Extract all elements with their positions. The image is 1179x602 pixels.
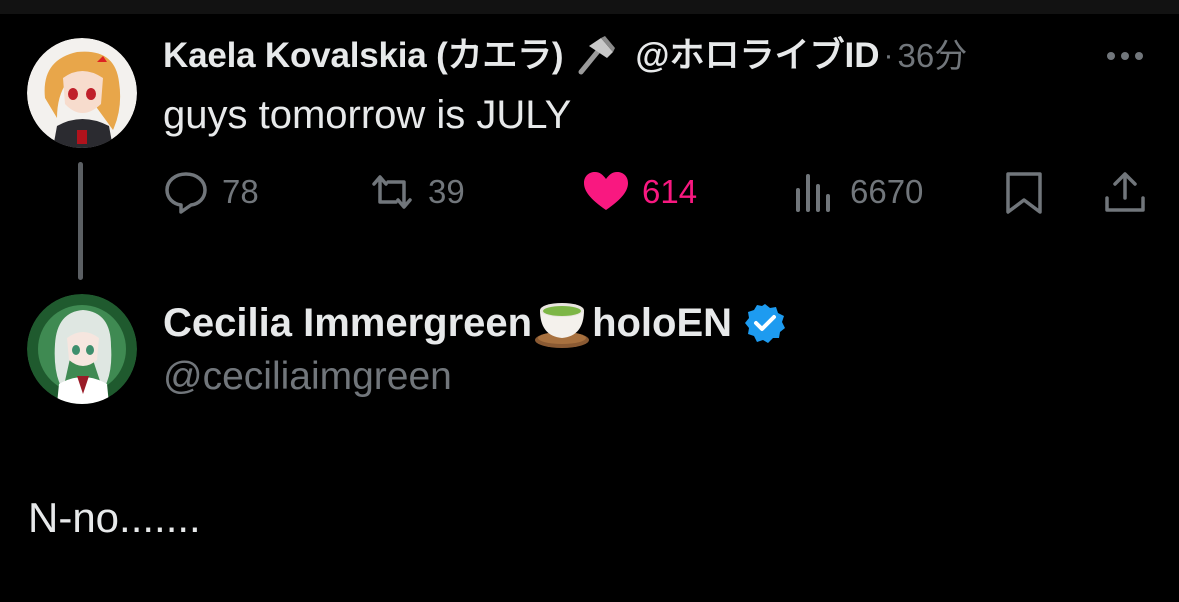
cecilia-avatar[interactable] <box>27 294 137 404</box>
reply-icon <box>162 168 210 216</box>
author-name[interactable]: Kaela Kovalskia (カエラ) <box>163 34 564 78</box>
tea-icon <box>534 296 590 350</box>
reply-text: N-no....... <box>28 494 201 541</box>
heart-icon <box>582 168 630 216</box>
retweet-icon <box>368 168 416 216</box>
tweet-time[interactable]: 36分 <box>898 34 968 78</box>
reply-button[interactable]: 78 <box>162 165 259 219</box>
reply-author-name-part1[interactable]: Cecilia Immergreen <box>163 301 532 346</box>
thread-connector-line <box>78 162 83 280</box>
more-options-icon[interactable] <box>1103 36 1147 76</box>
retweet-count: 39 <box>428 173 465 210</box>
bookmark-icon <box>1000 168 1048 216</box>
views-button[interactable]: 6670 <box>790 165 923 219</box>
verified-badge-icon <box>744 302 786 344</box>
retweet-button[interactable]: 39 <box>368 165 465 219</box>
reply-author-row[interactable]: Cecilia Immergreen holoEN <box>163 296 786 350</box>
hammer-icon <box>571 36 617 76</box>
reply-author-name-part2[interactable]: holoEN <box>592 301 732 346</box>
share-icon <box>1101 168 1149 216</box>
views-count: 6670 <box>850 173 924 210</box>
reply-count: 78 <box>222 173 259 210</box>
top-bar <box>0 0 1179 14</box>
tweet-header: Kaela Kovalskia (カエラ) @ホロライブID · 36分 <box>163 34 967 78</box>
like-count: 614 <box>642 173 698 210</box>
bookmark-button[interactable] <box>1000 165 1048 219</box>
like-button[interactable]: 614 <box>582 165 697 219</box>
reply-author-handle[interactable]: @ceciliaimgreen <box>163 354 452 400</box>
kaela-avatar[interactable] <box>27 38 137 148</box>
share-button[interactable] <box>1101 165 1149 219</box>
separator-dot: · <box>883 39 894 72</box>
tweet-text: guys tomorrow is JULY <box>163 93 572 137</box>
views-icon <box>790 168 838 216</box>
author-handle[interactable]: @ホロライブID <box>635 34 879 78</box>
